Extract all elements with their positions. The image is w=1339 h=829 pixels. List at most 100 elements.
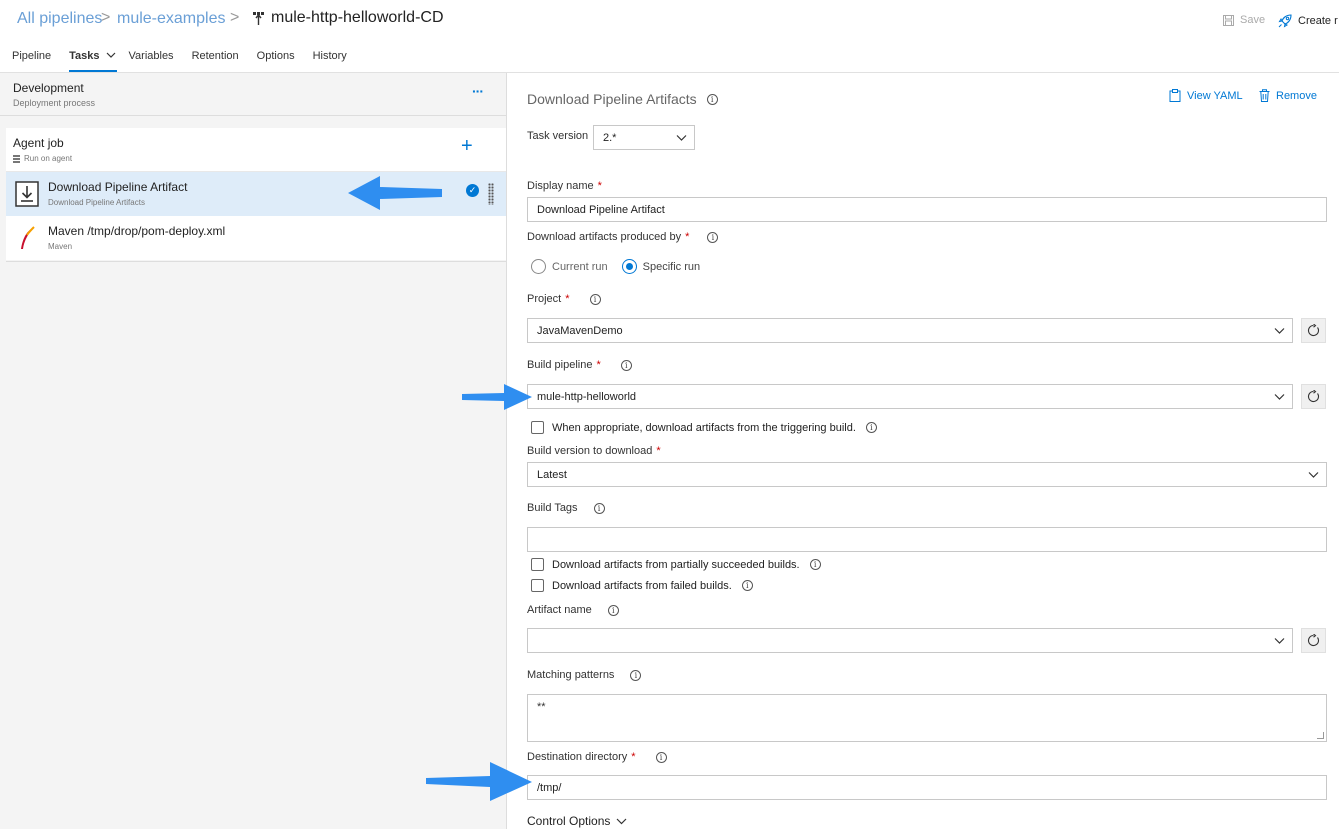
triggering-build-label: When appropriate, download artifacts fro… <box>552 421 856 434</box>
info-icon[interactable]: i <box>593 502 605 514</box>
info-icon[interactable]: i <box>706 93 718 105</box>
radio-specific-run[interactable] <box>621 259 637 274</box>
chevron-down-icon <box>1274 394 1285 400</box>
breadcrumb-all-pipelines[interactable]: All pipelines <box>17 10 102 28</box>
artifact-name-label-text: Artifact name <box>527 604 592 616</box>
view-yaml-label: View YAML <box>1187 89 1243 102</box>
save-label: Save <box>1240 14 1266 26</box>
chevron-down-icon <box>616 818 627 825</box>
task-version-select[interactable]: 2.* <box>593 125 695 150</box>
info-icon[interactable]: i <box>655 751 667 763</box>
tab-pipeline[interactable]: Pipeline <box>0 48 60 72</box>
display-name-label: Display name * <box>527 180 602 192</box>
task-subtitle: Download Pipeline Artifacts <box>48 198 145 207</box>
control-options-toggle[interactable]: Control Options <box>527 814 627 828</box>
info-icon[interactable]: i <box>607 604 619 616</box>
resize-handle-icon[interactable] <box>1317 732 1324 739</box>
radio-current-run[interactable] <box>531 259 546 274</box>
radio-specific-run-label[interactable]: Specific run <box>643 261 700 273</box>
required-mark: * <box>656 445 661 457</box>
info-icon[interactable]: i <box>589 293 601 305</box>
required-mark: * <box>597 180 602 192</box>
chevron-down-icon <box>1274 638 1285 644</box>
breadcrumb-separator: > <box>230 9 240 26</box>
task-title: Download Pipeline Artifact <box>48 180 188 194</box>
info-icon[interactable]: i <box>630 669 642 681</box>
build-tags-field[interactable] <box>527 527 1327 552</box>
project-select[interactable]: JavaMavenDemo <box>527 318 1293 343</box>
chevron-down-icon <box>1274 328 1285 334</box>
stage-title: Development <box>13 81 84 95</box>
tab-tasks[interactable]: Tasks <box>60 48 119 72</box>
partial-builds-label: Download artifacts from partially succee… <box>552 558 800 571</box>
tab-retention[interactable]: Retention <box>183 48 248 72</box>
panel-title-text: Download Pipeline Artifacts <box>527 91 697 107</box>
chevron-down-icon <box>1308 472 1319 478</box>
agent-job[interactable]: Agent job Run on agent + <box>6 128 506 172</box>
matching-patterns-value: ** <box>537 701 546 713</box>
trash-icon <box>1259 89 1270 102</box>
task-subtitle: Maven <box>48 242 73 251</box>
breadcrumb-project[interactable]: mule-examples <box>117 10 225 28</box>
build-version-label-text: Build version to download <box>527 445 653 457</box>
radio-current-run-label[interactable]: Current run <box>552 261 608 273</box>
refresh-icon <box>1308 324 1320 337</box>
create-release-label: Create r <box>1298 15 1338 27</box>
add-task-icon[interactable]: + <box>461 136 473 156</box>
build-version-select[interactable]: Latest <box>527 462 1327 487</box>
failed-builds-checkbox-row[interactable]: Download artifacts from failed builds. i <box>531 579 753 592</box>
info-icon[interactable]: i <box>809 559 821 570</box>
more-options-icon[interactable]: ··· <box>472 83 484 99</box>
tab-tasks-label: Tasks <box>69 50 100 62</box>
destination-directory-field[interactable]: /tmp/ <box>527 775 1327 800</box>
tab-options[interactable]: Options <box>248 48 304 72</box>
chevron-down-icon <box>106 52 115 58</box>
build-version-value: Latest <box>537 469 567 481</box>
project-label-text: Project <box>527 293 562 305</box>
info-icon[interactable]: i <box>707 231 719 243</box>
triggering-build-checkbox[interactable] <box>531 421 544 434</box>
breadcrumb-separator: > <box>101 9 111 26</box>
create-release-button[interactable]: Create r <box>1278 14 1338 28</box>
checkmark-icon: ✓ <box>466 184 479 197</box>
failed-builds-checkbox[interactable] <box>531 579 544 592</box>
build-tags-label-text: Build Tags <box>527 502 578 514</box>
artifact-name-select[interactable] <box>527 628 1293 653</box>
matching-patterns-label-text: Matching patterns <box>527 669 615 681</box>
info-icon[interactable]: i <box>620 359 632 371</box>
required-mark: * <box>685 231 690 243</box>
view-yaml-button[interactable]: View YAML <box>1169 89 1243 102</box>
tab-bar: Pipeline Tasks Variables Retention Optio… <box>0 48 356 72</box>
info-icon[interactable]: i <box>865 422 877 433</box>
triggering-build-checkbox-row[interactable]: When appropriate, download artifacts fro… <box>531 421 877 434</box>
refresh-build-pipeline-button[interactable] <box>1301 384 1326 409</box>
partial-builds-checkbox[interactable] <box>531 558 544 571</box>
matching-patterns-textarea[interactable]: ** <box>527 694 1327 742</box>
task-item-maven[interactable]: Maven /tmp/drop/pom-deploy.xml Maven <box>6 216 506 260</box>
remove-button[interactable]: Remove <box>1259 89 1317 102</box>
build-pipeline-label-text: Build pipeline <box>527 359 593 371</box>
display-name-field[interactable]: Download Pipeline Artifact <box>527 197 1327 222</box>
build-pipeline-select[interactable]: mule-http-helloworld <box>527 384 1293 409</box>
destination-directory-label: Destination directory * i <box>527 751 667 763</box>
refresh-artifact-name-button[interactable] <box>1301 628 1326 653</box>
tab-variables[interactable]: Variables <box>120 48 183 72</box>
server-icon <box>13 154 20 163</box>
info-icon[interactable]: i <box>741 580 753 591</box>
annotation-arrow-icon <box>348 176 442 210</box>
drag-handle-icon[interactable] <box>488 183 494 205</box>
chevron-down-icon <box>676 135 687 141</box>
partial-builds-checkbox-row[interactable]: Download artifacts from partially succee… <box>531 558 821 571</box>
refresh-icon <box>1308 390 1320 403</box>
release-pipeline-icon <box>253 12 264 31</box>
tab-history[interactable]: History <box>304 48 356 72</box>
download-icon <box>15 181 39 207</box>
stage-header[interactable]: Development Deployment process ··· <box>0 73 506 116</box>
matching-patterns-label: Matching patterns i <box>527 669 642 681</box>
destination-directory-label-text: Destination directory <box>527 751 628 763</box>
save-button[interactable]: Save <box>1223 14 1265 26</box>
refresh-project-button[interactable] <box>1301 318 1326 343</box>
task-list-divider <box>6 261 506 262</box>
required-mark: * <box>565 293 570 305</box>
maven-feather-icon <box>21 226 35 249</box>
